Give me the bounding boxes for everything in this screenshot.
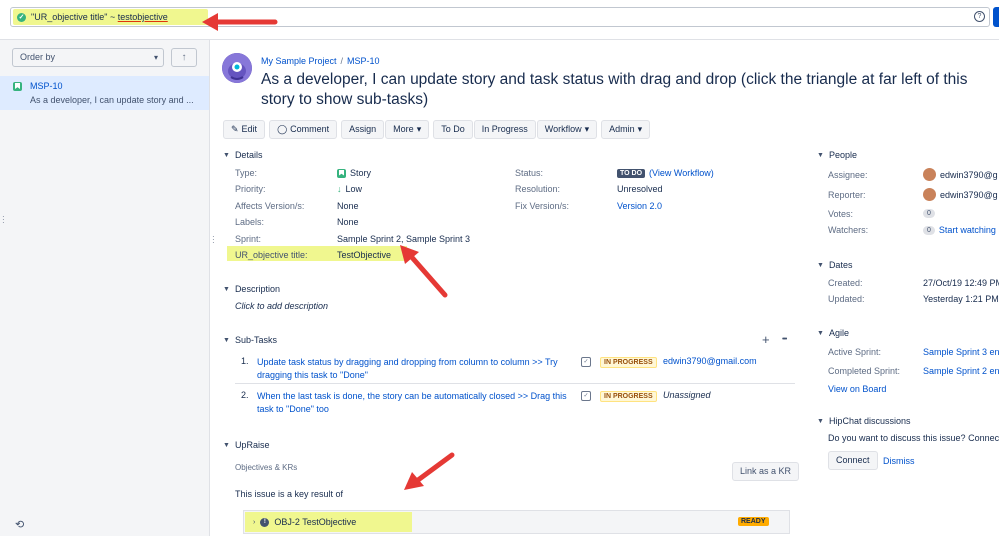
chevron-right-icon[interactable]: ›	[253, 519, 255, 526]
dismiss-link[interactable]: Dismiss	[883, 456, 915, 466]
workflow-button[interactable]: Workflow ▾	[536, 120, 598, 139]
avatar	[923, 168, 936, 181]
objective-label[interactable]: OBJ-2 TestObjective	[274, 517, 356, 527]
result-key[interactable]: MSP-10	[30, 81, 63, 91]
help-icon[interactable]: ?	[974, 11, 985, 22]
order-by-dropdown[interactable]: Order by ▾	[12, 48, 164, 67]
subtask-assignee[interactable]: edwin3790@gmail.com	[663, 356, 757, 366]
jql-search-input[interactable]: ✓ "UR_objective title" ~ testobjective ?	[10, 7, 990, 27]
assign-button[interactable]: Assign	[341, 120, 385, 139]
arrow-up-icon: ↑	[181, 52, 187, 63]
caret-down-icon: ▼	[817, 151, 824, 159]
valid-check-icon: ✓	[17, 12, 26, 22]
avatar	[923, 188, 936, 201]
description-field[interactable]: Click to add description	[235, 301, 328, 311]
objective-highlight: › ! OBJ-2 TestObjective	[245, 512, 412, 532]
priority-value: ↓ Low	[337, 184, 363, 194]
subtasks-heading[interactable]: ▼ Sub-Tasks	[223, 335, 277, 345]
arrow-down-icon: ↓	[337, 184, 342, 194]
subtask-summary-link[interactable]: When the last task is done, the story ca…	[257, 390, 577, 416]
list-item[interactable]: MSP-10 As a developer, I can update stor…	[0, 76, 209, 110]
description-heading[interactable]: ▼ Description	[223, 284, 280, 294]
reporter-value[interactable]: edwin3790@g	[923, 188, 998, 201]
result-summary: As a developer, I can update story and .…	[30, 95, 194, 105]
chevron-down-icon: ▾	[416, 124, 422, 134]
table-row[interactable]: 2. When the last task is done, the story…	[235, 386, 795, 418]
details-heading[interactable]: ▼ Details	[223, 150, 262, 160]
chevron-down-icon: ▾	[153, 53, 158, 62]
status-value: TO DO (View Workflow)	[617, 168, 714, 178]
to-do-button[interactable]: To Do	[433, 120, 473, 139]
refresh-icon[interactable]: ⟲	[15, 518, 24, 531]
breadcrumb-issue-key[interactable]: MSP-10	[347, 56, 380, 66]
comment-icon: ◯	[277, 124, 288, 134]
active-sprint-link[interactable]: Sample Sprint 3 en	[923, 347, 999, 357]
search-results-panel: Order by ▾ ↑ MSP-10 As a developer, I can…	[0, 40, 210, 536]
sort-direction-button[interactable]: ↑	[171, 48, 197, 67]
connect-button[interactable]: Connect	[828, 451, 878, 470]
subtask-assignee: Unassigned	[663, 390, 711, 400]
hipchat-heading[interactable]: ▼ HipChat discussions	[817, 416, 910, 426]
upraise-heading[interactable]: ▼ UpRaise	[223, 440, 269, 450]
status-badge: READY	[738, 517, 769, 526]
more-icon[interactable]: •••	[782, 336, 787, 343]
chevron-down-icon: ▾	[637, 124, 643, 134]
search-button[interactable]	[993, 7, 999, 27]
agile-heading[interactable]: ▼ Agile	[817, 328, 849, 338]
search-bar: ✓ "UR_objective title" ~ testobjective ?	[0, 0, 999, 40]
status-badge: TO DO	[617, 168, 646, 178]
resize-handle[interactable]: · · ·	[2, 213, 5, 227]
comment-button[interactable]: ◯ Comment	[269, 120, 338, 139]
story-icon	[337, 168, 346, 178]
annotation-arrow-icon	[404, 452, 455, 490]
query-highlight: ✓ "UR_objective title" ~ testobjective	[13, 9, 208, 25]
annotation-arrow-icon	[400, 245, 448, 298]
more-button[interactable]: More ▾	[385, 120, 430, 139]
project-avatar	[222, 53, 252, 83]
in-progress-button[interactable]: In Progress	[473, 120, 536, 139]
issue-view: My Sample Project / MSP-10 As a developer,…	[210, 40, 968, 536]
annotation-arrow-icon	[202, 13, 278, 31]
issue-sidebar: ▼ People Assignee: edwin3790@g Reporter: …	[815, 40, 999, 536]
admin-button[interactable]: Admin ▾	[601, 120, 651, 139]
edit-button[interactable]: ✎ Edit	[223, 120, 266, 139]
breadcrumb: My Sample Project / MSP-10	[261, 56, 380, 66]
objective-icon: !	[260, 517, 270, 527]
votes-value[interactable]: 0	[923, 209, 935, 218]
query-text: "UR_objective title" ~ testobjective	[31, 12, 168, 22]
add-subtask-icon[interactable]: +	[762, 332, 770, 347]
dates-heading[interactable]: ▼ Dates	[817, 260, 852, 270]
caret-down-icon: ▼	[223, 336, 230, 344]
caret-down-icon: ▼	[223, 151, 230, 159]
caret-down-icon: ▼	[817, 261, 824, 269]
ur-objective-value[interactable]: TestObjective	[337, 250, 391, 260]
status-badge: IN PROGRESS	[600, 357, 657, 368]
caret-down-icon: ▼	[223, 441, 230, 449]
table-row[interactable]: 1. Update task status by dragging and dr…	[235, 352, 795, 384]
view-on-board-link[interactable]: View on Board	[828, 384, 886, 394]
watchers-value: 0 Start watching	[923, 225, 996, 235]
link-as-kr-button[interactable]: Link as a KR	[732, 462, 800, 481]
caret-down-icon: ▼	[817, 329, 824, 337]
subtask-icon: ✓	[581, 391, 591, 401]
type-value: Story	[337, 168, 371, 178]
breadcrumb-project[interactable]: My Sample Project	[261, 56, 337, 66]
caret-down-icon: ▼	[817, 417, 824, 425]
story-icon	[13, 82, 22, 91]
completed-sprint-link[interactable]: Sample Sprint 2 en	[923, 366, 999, 376]
subtask-icon: ✓	[581, 357, 591, 367]
chevron-down-icon: ▾	[584, 124, 590, 134]
subtask-summary-link[interactable]: Update task status by dragging and dropp…	[257, 356, 577, 382]
status-badge: IN PROGRESS	[600, 391, 657, 402]
fix-version-link[interactable]: Version 2.0	[617, 201, 662, 211]
assignee-value[interactable]: edwin3790@g	[923, 168, 998, 181]
linked-objective-row[interactable]: › ! OBJ-2 TestObjective READY	[243, 510, 790, 534]
caret-down-icon: ▼	[223, 285, 230, 293]
issue-toolbar: ✎ Edit ◯ Comment Assign More ▾ To Do In Pro…	[223, 120, 651, 139]
start-watching-link[interactable]: Start watching	[939, 225, 996, 235]
view-workflow-link[interactable]: (View Workflow)	[649, 168, 714, 178]
people-heading[interactable]: ▼ People	[817, 150, 857, 160]
pencil-icon: ✎	[231, 124, 239, 134]
